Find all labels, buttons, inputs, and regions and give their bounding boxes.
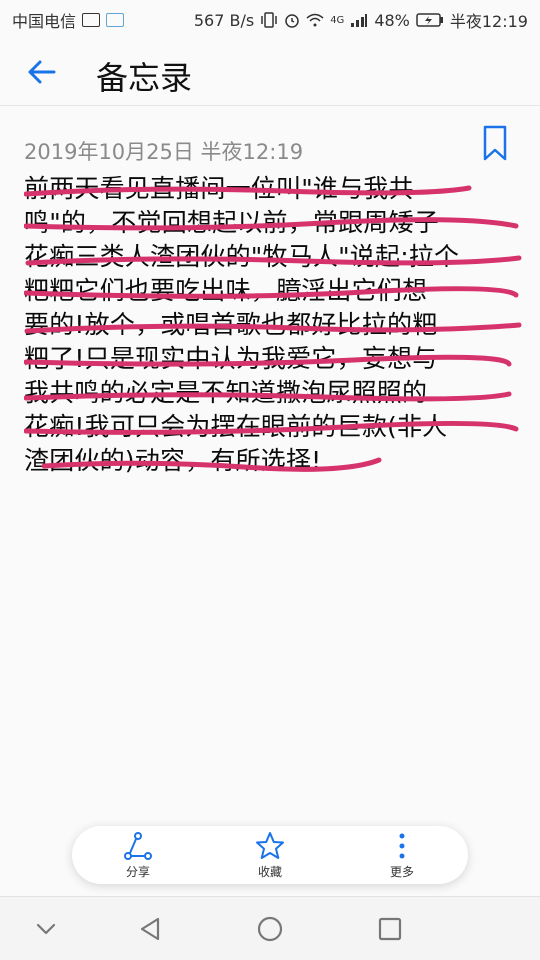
wifi-icon <box>306 13 324 27</box>
note-line-text: 要的!放个，或唱首歌也都好比拉的粑 <box>24 310 438 339</box>
alarm-icon <box>285 14 299 28</box>
chevron-down-icon[interactable] <box>32 915 60 943</box>
page-title: 备忘录 <box>96 59 193 97</box>
battery-percent: 48% <box>374 10 410 30</box>
favorite-label: 收藏 <box>257 864 282 879</box>
note-line: 鸣"的，不觉回想起以前，常跟周矮子 <box>24 206 524 240</box>
more-vertical-icon <box>399 833 405 858</box>
bookmark-icon[interactable] <box>480 124 510 164</box>
note-line: 我共鸣的必定是不知道撒泡尿照照的 <box>24 376 524 410</box>
favorite-button[interactable]: 收藏 <box>222 831 318 880</box>
share-button[interactable]: 分享 <box>90 831 186 880</box>
note-line-text: 粑粑它们也要吃出味，臆淫出它们想 <box>24 276 428 305</box>
more-button[interactable]: 更多 <box>354 831 450 880</box>
note-line-text: 鸣"的，不觉回想起以前，常跟周矮子 <box>24 208 439 237</box>
share-icon <box>124 831 152 860</box>
back-arrow-icon[interactable] <box>24 54 60 90</box>
share-label: 分享 <box>125 864 150 879</box>
status-left: 中国电信 <box>12 8 125 32</box>
note-line: 粑粑它们也要吃出味，臆淫出它们想 <box>24 274 524 308</box>
note-line-text: 粑了!只是现实中认为我爱它，妄想与 <box>24 344 438 373</box>
network-type: 4G <box>330 14 345 26</box>
app-bar: 备忘录 <box>0 36 540 106</box>
status-bar: 中国电信 567 B/s 4G 48% 半夜12:19 <box>0 0 540 36</box>
carrier-label: 中国电信 <box>12 12 77 31</box>
system-nav-bar <box>0 896 540 960</box>
battery-charging-icon <box>416 13 443 27</box>
note-date: 2019年10月25日 半夜12:19 <box>24 140 304 164</box>
note-line: 粑了!只是现实中认为我爱它，妄想与 <box>24 342 524 376</box>
status-right: 567 B/s 4G 48% 半夜12:19 <box>194 8 528 32</box>
nav-recents-icon[interactable] <box>376 915 404 943</box>
star-icon <box>256 831 284 859</box>
activity-icon <box>82 13 101 27</box>
note-content: 2019年10月25日 半夜12:19 前两天看见直播间一位叫"谁与我共 鸣"的… <box>0 106 540 866</box>
nav-home-icon[interactable] <box>256 915 284 943</box>
note-line-text: 我共鸣的必定是不知道撒泡尿照照的 <box>24 378 428 407</box>
vibrate-icon <box>261 12 277 28</box>
note-line-text: 前两天看见直播间一位叫"谁与我共 <box>24 174 414 203</box>
note-line: 要的!放个，或唱首歌也都好比拉的粑 <box>24 308 524 342</box>
note-line-text: 花痴!我可只会为摆在眼前的巨款(非人 <box>24 412 448 441</box>
signal-icon <box>351 14 368 27</box>
note-body[interactable]: 前两天看见直播间一位叫"谁与我共 鸣"的，不觉回想起以前，常跟周矮子 花痴三类人… <box>24 172 524 478</box>
note-line-text: 渣团伙的)动容，有所选择! <box>24 446 322 475</box>
network-speed: 567 B/s <box>193 10 255 30</box>
note-line: 花痴三类人渣团伙的"牧马人"说起:拉个 <box>24 240 524 274</box>
note-action-bar: 分享 收藏 更多 <box>72 826 468 884</box>
note-line-text: 花痴三类人渣团伙的"牧马人"说起:拉个 <box>24 242 460 271</box>
note-line: 前两天看见直播间一位叫"谁与我共 <box>24 172 524 206</box>
more-label: 更多 <box>389 864 414 879</box>
status-time: 半夜12:19 <box>449 12 528 31</box>
note-line: 渣团伙的)动容，有所选择! <box>24 444 524 478</box>
nav-back-icon[interactable] <box>136 915 164 943</box>
note-line: 花痴!我可只会为摆在眼前的巨款(非人 <box>24 410 524 444</box>
app-notification-icon <box>106 13 125 27</box>
